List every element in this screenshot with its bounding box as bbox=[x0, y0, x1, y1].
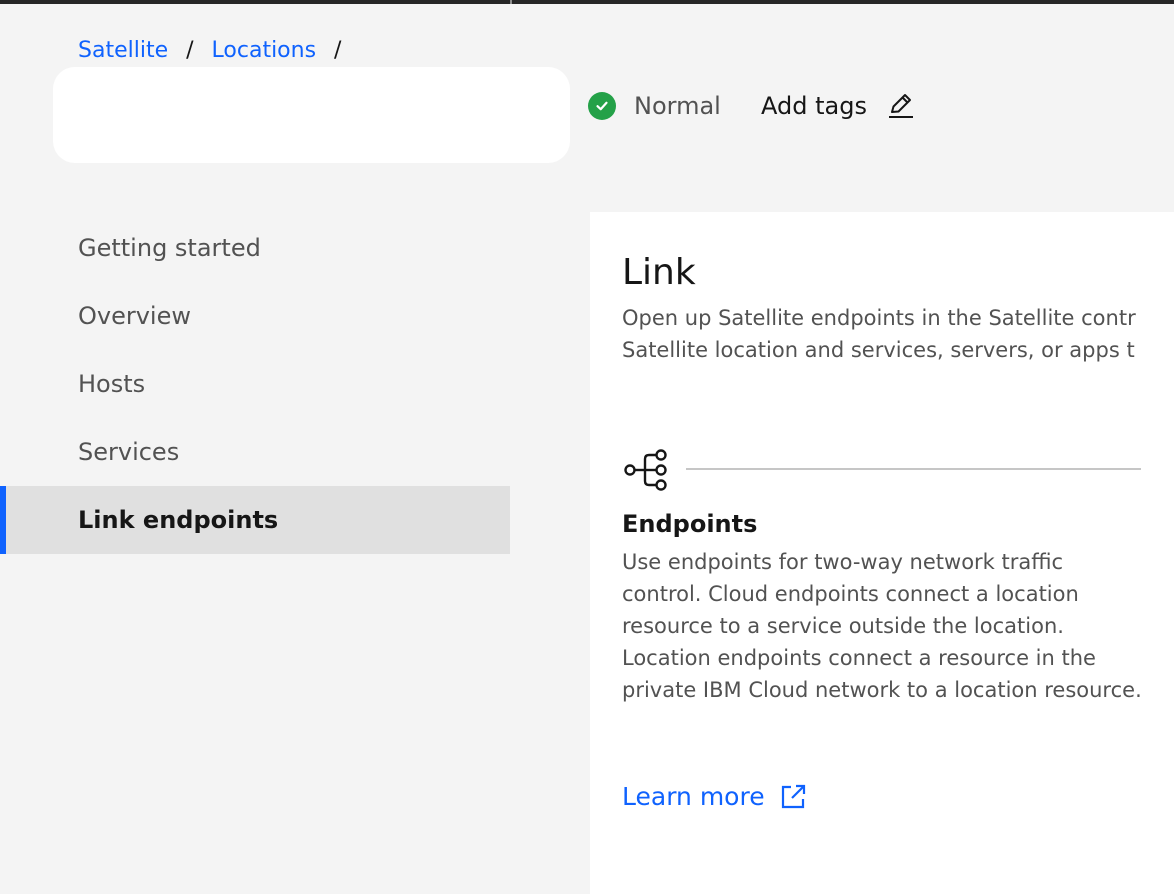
endpoints-heading: Endpoints bbox=[622, 510, 758, 538]
learn-more-link[interactable]: Learn more bbox=[622, 782, 807, 811]
page-title: Link bbox=[622, 252, 696, 293]
top-bar-divider bbox=[510, 0, 512, 4]
learn-more-label: Learn more bbox=[622, 782, 765, 811]
edit-pencil-icon bbox=[887, 92, 915, 120]
status-label: Normal bbox=[634, 92, 721, 120]
sidebar-item-label: Overview bbox=[78, 302, 191, 330]
sidebar-item-link-endpoints[interactable]: Link endpoints bbox=[0, 486, 510, 554]
breadcrumb: Satellite / Locations / bbox=[78, 38, 359, 63]
location-name-redacted bbox=[53, 67, 570, 163]
breadcrumb-locations-link[interactable]: Locations bbox=[212, 38, 317, 63]
section-divider bbox=[686, 468, 1141, 470]
sidebar-item-label: Services bbox=[78, 438, 180, 466]
sidebar-item-overview[interactable]: Overview bbox=[0, 282, 510, 350]
side-navigation: Getting started Overview Hosts Services … bbox=[0, 214, 510, 554]
breadcrumb-separator: / bbox=[186, 38, 194, 63]
add-tags-button[interactable]: Add tags bbox=[761, 92, 915, 120]
endpoints-description: Use endpoints for two-way network traffi… bbox=[622, 550, 1142, 702]
sidebar-item-label: Link endpoints bbox=[78, 506, 279, 534]
top-bar bbox=[0, 0, 1174, 4]
add-tags-label: Add tags bbox=[761, 92, 867, 120]
sidebar-item-hosts[interactable]: Hosts bbox=[0, 350, 510, 418]
page-description-line: Open up Satellite endpoints in the Satel… bbox=[622, 306, 1136, 330]
status-indicator: Normal bbox=[588, 92, 721, 120]
link-panel: Link Open up Satellite endpoints in the … bbox=[590, 212, 1174, 894]
page-description-line: Satellite location and services, servers… bbox=[622, 338, 1135, 362]
sidebar-item-getting-started[interactable]: Getting started bbox=[0, 214, 510, 282]
page-description: Open up Satellite endpoints in the Satel… bbox=[622, 302, 1136, 366]
launch-external-icon bbox=[779, 783, 807, 811]
breadcrumb-satellite-link[interactable]: Satellite bbox=[78, 38, 168, 63]
sidebar-item-label: Getting started bbox=[78, 234, 261, 262]
sidebar-item-services[interactable]: Services bbox=[0, 418, 510, 486]
sidebar-item-label: Hosts bbox=[78, 370, 146, 398]
network-tree-icon bbox=[624, 448, 668, 496]
checkmark-filled-icon bbox=[588, 92, 616, 120]
breadcrumb-separator: / bbox=[334, 38, 342, 63]
